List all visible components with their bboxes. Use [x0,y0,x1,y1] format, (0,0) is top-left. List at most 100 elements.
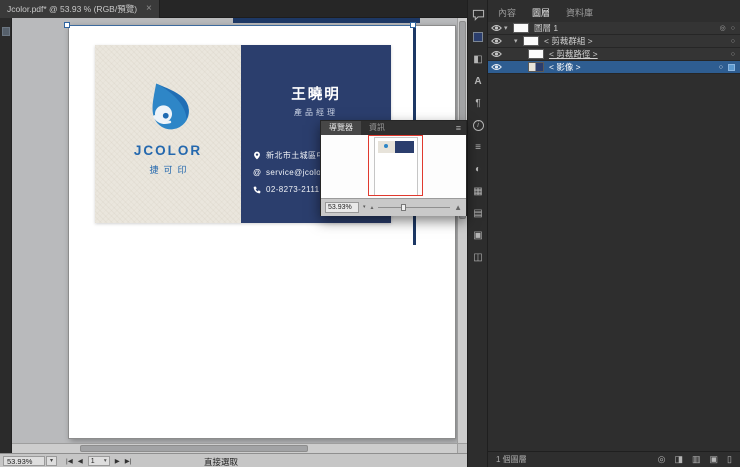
horizontal-scrollbar-thumb[interactable] [80,445,308,452]
document-tab-bar: Jcolor.pdf* @ 53.93 % (RGB/預覽) × [0,0,467,18]
make-clipping-mask-icon[interactable]: ◨ [675,454,684,465]
zoom-in-mountain-icon[interactable]: ▲ [454,203,462,212]
swatches-icon[interactable]: ▦ [468,180,488,202]
layer-row-clip-path[interactable]: < 剪裁路徑 > ○ [488,48,740,61]
horizontal-scrollbar[interactable] [12,443,457,453]
target-circle-icon[interactable]: ○ [731,38,735,45]
navigator-preview[interactable] [321,135,466,198]
navigator-zoom-field[interactable]: 53.93% [325,202,359,213]
artboards-icon[interactable]: ▣ [468,224,488,246]
comments-icon[interactable] [468,4,488,26]
layer-row-clip-group[interactable]: ▾ < 剪裁群組 > ○ [488,35,740,48]
card-person-title: 產品經理 [294,108,338,117]
selection-color-square [728,63,735,71]
previous-artboard-button[interactable]: ◀ [78,457,83,465]
selection-image-top-edge [233,18,420,23]
card-left-panel: JCOLOR 捷可印 [95,45,241,223]
brand-name: JCOLOR [133,143,203,158]
layer-row-layer1[interactable]: ▾ 圖層 1 ◎ ○ [488,22,740,35]
navigator-zoom-slider[interactable] [378,204,451,211]
location-pin-icon [254,151,260,160]
canvas[interactable]: JCOLOR 捷可印 王曉明 產品經理 新北市土城區中央 @ service@j… [12,18,457,443]
statusbar-zoom-dropdown-icon[interactable]: ▾ [46,456,57,466]
navigator-proxy-rect[interactable] [368,135,423,196]
visibility-eye-icon[interactable] [488,24,504,32]
navigator-header: 導覽器 資訊 ≡ [321,121,466,135]
visibility-eye-icon[interactable] [488,50,504,58]
toolbar-mini-icon [2,27,10,36]
navigator-panel[interactable]: 導覽器 資訊 ≡ 53.93% ▾ ▲ ▲ [320,120,467,216]
layer-label[interactable]: 圖層 1 [534,22,558,34]
visibility-eye-icon[interactable] [488,63,504,71]
current-tool-label: 直接選取 [204,457,239,467]
right-panel-dock: ◧ A ¶ i ≡ ◐ ▦ ▤ ▣ ◫ [467,0,487,467]
zoom-out-mountain-icon[interactable]: ▲ [370,205,375,211]
last-artboard-button[interactable]: ▶| [125,457,132,465]
symbols-icon[interactable]: ▤ [468,202,488,224]
zoom-slider-thumb[interactable] [401,204,407,211]
document-tab[interactable]: Jcolor.pdf* @ 53.93 % (RGB/預覽) × [0,0,160,18]
visibility-eye-icon[interactable] [488,37,504,45]
panel-menu-icon[interactable]: ≡ [456,121,461,135]
navigator-footer: 53.93% ▾ ▲ ▲ [321,198,466,216]
card-person-name: 王曉明 [291,87,341,103]
brand-subtitle: 捷可印 [149,165,192,175]
locate-object-icon[interactable]: ◎ [658,454,666,465]
phone-icon [253,186,261,193]
tab-info[interactable]: 資訊 [361,121,393,135]
panel-tab-bar: 內容 圖層 資料庫 [488,0,740,22]
target-circle-icon[interactable]: ○ [731,25,735,32]
layer-count-label: 1 個圖層 [496,455,527,464]
vertical-scrollbar[interactable] [457,18,467,443]
info-icon[interactable]: i [468,114,488,136]
jcolor-logo-drop-icon [141,77,195,131]
layers-panel-footer: 1 個圖層 ◎ ◨ ▥ ▣ ▯ [488,451,740,467]
layer-label[interactable]: < 影像 > [549,61,581,73]
layer-thumbnail[interactable] [523,36,539,46]
tab-navigator[interactable]: 導覽器 [321,121,361,135]
layers-panel: 內容 圖層 資料庫 ▾ 圖層 1 ◎ ○ ▾ < 剪裁群組 > ○ < 剪裁路徑… [487,0,740,467]
scrollbar-corner [457,443,467,453]
next-artboard-button[interactable]: ▶ [115,457,120,465]
artboard-dropdown-icon: ▾ [103,458,107,464]
layer-thumbnail[interactable] [528,49,544,59]
artboard-number-field[interactable]: 1 ▾ [87,456,110,466]
status-bar: 53.93% ▾ |◀ ◀ 1 ▾ ▶ ▶| 直接選取 [0,453,467,467]
selection-handle[interactable] [410,22,416,28]
selection-clip-top-edge [68,25,414,26]
layer-row-image[interactable]: < 影像 > ○ [488,61,740,74]
contact-phone: 02-8273-2111 [266,185,320,194]
paragraph-icon[interactable]: ¶ [468,92,488,114]
layer-label[interactable]: < 剪裁路徑 > [549,48,598,60]
layer-label[interactable]: < 剪裁群組 > [544,35,593,47]
layer-thumbnail[interactable] [513,23,529,33]
delete-layer-icon[interactable]: ▯ [727,454,732,465]
stroke-icon[interactable]: ≡ [468,136,488,158]
new-sublayer-icon[interactable]: ▥ [692,454,701,465]
tab-libraries[interactable]: 資料庫 [566,6,593,22]
layer-thumbnail[interactable] [528,62,544,72]
artboard-number: 1 [90,457,95,465]
first-artboard-button[interactable]: |◀ [66,457,73,465]
email-at-icon: @ [253,168,261,177]
navigator-zoom-spinner-icon[interactable]: ▾ [363,205,366,210]
selection-handle[interactable] [64,22,70,28]
disclosure-triangle-icon[interactable]: ▾ [514,37,523,45]
transparency-icon[interactable]: ◐ [468,158,488,180]
left-toolbar-strip[interactable] [0,18,12,453]
pathfinder-icon[interactable]: ◧ [468,48,488,70]
tab-close-icon[interactable]: × [146,4,152,14]
target-circle-icon[interactable]: ○ [731,51,735,58]
statusbar-zoom-field[interactable]: 53.93% [3,456,45,466]
color-icon[interactable] [468,26,488,48]
tab-properties[interactable]: 內容 [498,6,516,22]
disclosure-triangle-icon[interactable]: ▾ [504,24,513,32]
tab-layers[interactable]: 圖層 [532,6,550,22]
target-circle-icon[interactable]: ○ [719,64,723,71]
artboard[interactable]: JCOLOR 捷可印 王曉明 產品經理 新北市土城區中央 @ service@j… [68,25,456,439]
character-icon[interactable]: A [468,70,488,92]
new-layer-icon[interactable]: ▣ [710,454,719,465]
document-tab-title: Jcolor.pdf* @ 53.93 % (RGB/預覽) [7,4,138,14]
asset-export-icon[interactable]: ◫ [468,246,488,268]
appearance-indicator-icon[interactable]: ◎ [720,24,726,32]
